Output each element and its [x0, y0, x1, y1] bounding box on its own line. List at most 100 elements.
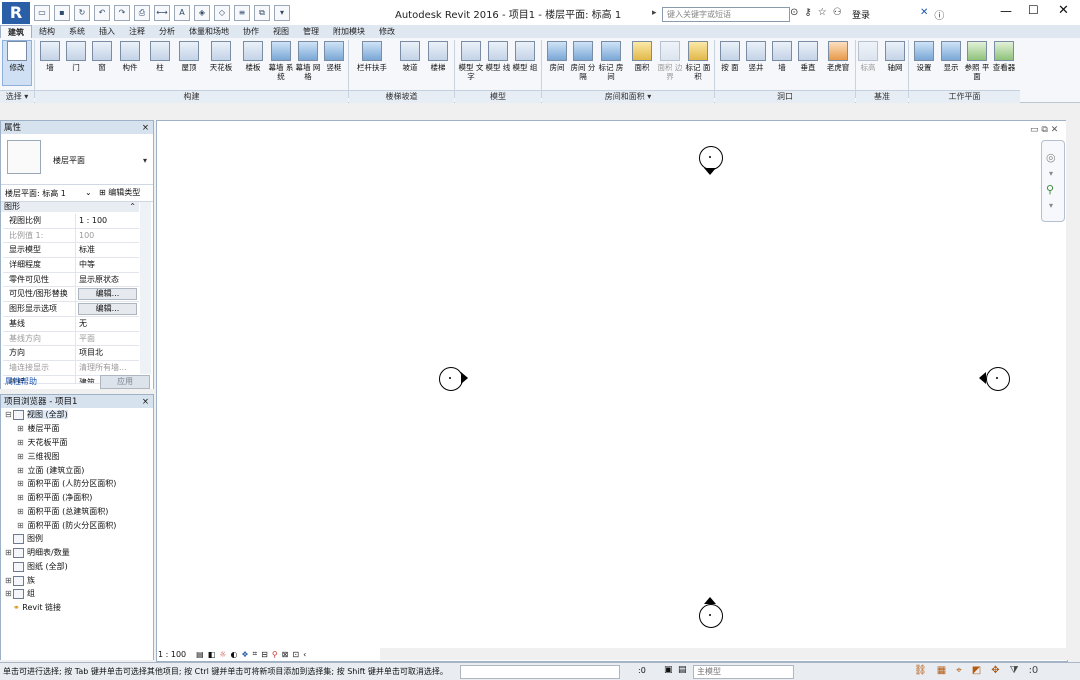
- sun-path-icon[interactable]: ☼: [219, 650, 226, 659]
- vertical-opening-button[interactable]: 垂直: [794, 41, 822, 72]
- apply-button[interactable]: 应用: [100, 375, 150, 389]
- collapse-icon[interactable]: ⌃: [129, 202, 136, 212]
- prop-row-parts-visibility[interactable]: 零件可见性 显示原状态: [3, 272, 139, 288]
- level-button[interactable]: 标高: [854, 41, 882, 72]
- exchange-icon[interactable]: ✕: [920, 7, 928, 22]
- tree-node-ceiling-plans[interactable]: ⊞ 天花板平面: [17, 437, 68, 448]
- tree-node-elevations[interactable]: ⊞ 立面 (建筑立面): [17, 465, 84, 476]
- filter-icon[interactable]: ⧩: [1010, 665, 1019, 676]
- curtain-system-button[interactable]: 幕墙 系统: [267, 41, 295, 81]
- visual-style-icon[interactable]: ◧: [208, 650, 216, 659]
- drag-elements-icon[interactable]: ✥: [991, 665, 999, 676]
- tree-node-area-plan-fire[interactable]: ⊞ 面积平面 (防火分区面积): [17, 520, 116, 531]
- door-button[interactable]: 门: [62, 41, 90, 72]
- measure-icon[interactable]: ⟷: [154, 5, 170, 21]
- tab-collaborate[interactable]: 协作: [236, 25, 266, 38]
- view-scale[interactable]: 1 : 100: [158, 650, 186, 659]
- instance-filter-select[interactable]: 楼层平面: 标高 1: [5, 188, 66, 199]
- properties-help-link[interactable]: 属性帮助: [5, 376, 37, 387]
- restore-view-icon[interactable]: ▭: [1030, 125, 1039, 135]
- floor-button[interactable]: 楼板: [239, 41, 267, 72]
- crop-view-icon[interactable]: ⌗: [253, 649, 258, 659]
- search-expand-icon[interactable]: ▸: [652, 8, 657, 18]
- application-menu-button[interactable]: R: [2, 2, 30, 24]
- room-button[interactable]: 房间: [543, 41, 571, 72]
- elevation-marker-west[interactable]: [439, 367, 463, 391]
- open-icon[interactable]: ▭: [34, 5, 50, 21]
- close-button[interactable]: ✕: [1058, 3, 1069, 18]
- prop-row-display-model[interactable]: 显示模型 标准: [3, 243, 139, 259]
- model-line-button[interactable]: 模型 线: [484, 41, 512, 72]
- tile-view-icon[interactable]: ⧉: [1041, 125, 1047, 135]
- room-separator-button[interactable]: 房间 分隔: [569, 41, 597, 81]
- component-button[interactable]: 构件: [116, 41, 144, 72]
- select-panel-label[interactable]: 选择 ▾: [0, 90, 34, 103]
- elevation-marker-north[interactable]: [699, 146, 723, 170]
- show-workplane-button[interactable]: 显示: [937, 41, 965, 72]
- tree-node-schedules[interactable]: ⊞ 明细表/数量: [5, 547, 70, 558]
- save-icon[interactable]: ▪: [54, 5, 70, 21]
- model-text-button[interactable]: 模型 文字: [457, 41, 485, 81]
- close-views-icon[interactable]: ⧉: [254, 5, 270, 21]
- reveal-hidden-icon[interactable]: ⊠: [282, 650, 289, 659]
- grid-button[interactable]: 轴网: [881, 41, 909, 72]
- stair-button[interactable]: 楼梯: [424, 41, 452, 72]
- scroll-left-icon[interactable]: ‹: [303, 650, 306, 659]
- analytical-model-icon[interactable]: ⊡: [292, 650, 299, 659]
- roof-button[interactable]: 屋顶: [175, 41, 203, 72]
- select-underlay-icon[interactable]: ▦: [937, 665, 946, 676]
- wall-button[interactable]: 墙: [36, 41, 64, 72]
- properties-close-icon[interactable]: ×: [142, 121, 149, 135]
- select-pinned-icon[interactable]: ⌖: [956, 665, 962, 676]
- design-options-icon[interactable]: ▣: [664, 665, 673, 675]
- prop-row-underlay[interactable]: 基线无: [3, 316, 139, 332]
- tab-analyze[interactable]: 分析: [152, 25, 182, 38]
- rendering-icon[interactable]: ❖: [241, 650, 248, 659]
- undo-icon[interactable]: ↶: [94, 5, 110, 21]
- sync-icon[interactable]: ↻: [74, 5, 90, 21]
- search-input[interactable]: 键入关键字或短语: [662, 7, 790, 22]
- chevron-down-icon[interactable]: ⌄: [85, 188, 92, 197]
- temp-hide-icon[interactable]: ⚲: [272, 650, 278, 659]
- maximize-button[interactable]: ☐: [1028, 3, 1039, 17]
- redo-icon[interactable]: ↷: [114, 5, 130, 21]
- switch-window-icon[interactable]: ▾: [274, 5, 290, 21]
- ref-plane-button[interactable]: 参照 平面: [963, 41, 991, 81]
- user-icon[interactable]: ⚇: [833, 7, 842, 18]
- tree-node-groups[interactable]: ⊞ 组: [5, 588, 35, 599]
- tree-node-families[interactable]: ⊞ 族: [5, 575, 35, 586]
- select-links-icon[interactable]: ⛓: [914, 665, 927, 676]
- vertical-scrollbar[interactable]: [1066, 120, 1078, 660]
- set-workplane-button[interactable]: 设置: [910, 41, 938, 72]
- tab-structure[interactable]: 结构: [32, 25, 62, 38]
- ceiling-button[interactable]: 天花板: [205, 41, 237, 72]
- model-group-button[interactable]: 模型 组: [511, 41, 539, 72]
- by-face-button[interactable]: 按 面: [716, 41, 744, 72]
- 3d-view-icon[interactable]: ◈: [194, 5, 210, 21]
- mullion-button[interactable]: 竖梃: [320, 41, 348, 72]
- chevron-down-icon[interactable]: ▾: [1049, 169, 1053, 178]
- tree-node-floor-plans[interactable]: ⊞ 楼层平面: [17, 423, 60, 434]
- shaft-button[interactable]: 竖井: [742, 41, 770, 72]
- wall-opening-button[interactable]: 墙: [768, 41, 796, 72]
- tab-architecture[interactable]: 建筑: [0, 25, 32, 38]
- tab-addins[interactable]: 附加模块: [326, 25, 372, 38]
- properties-scrollbar[interactable]: [140, 202, 151, 374]
- subscription-icon[interactable]: ⚷: [804, 7, 811, 18]
- tab-manage[interactable]: 管理: [296, 25, 326, 38]
- modify-button[interactable]: 修改: [2, 40, 32, 86]
- tag-room-button[interactable]: 标记 房间: [597, 41, 625, 81]
- steering-wheel-icon[interactable]: ◎: [1046, 151, 1056, 164]
- select-by-face-icon[interactable]: ◩: [972, 665, 981, 676]
- help-icon[interactable]: ⓘ: [934, 7, 944, 22]
- edit-type-button[interactable]: ⊞ 编辑类型: [99, 187, 140, 198]
- shadows-icon[interactable]: ◐: [230, 650, 237, 659]
- tree-node-area-plan-gross[interactable]: ⊞ 面积平面 (总建筑面积): [17, 506, 108, 517]
- editable-only-icon[interactable]: ▤: [678, 665, 687, 675]
- show-crop-icon[interactable]: ⊟: [261, 650, 268, 659]
- edit-graphic-display-button[interactable]: 编辑...: [78, 303, 137, 315]
- tree-node-sheets[interactable]: 图纸 (全部): [5, 561, 68, 572]
- tab-view[interactable]: 视图: [266, 25, 296, 38]
- text-icon[interactable]: A: [174, 5, 190, 21]
- tab-systems[interactable]: 系统: [62, 25, 92, 38]
